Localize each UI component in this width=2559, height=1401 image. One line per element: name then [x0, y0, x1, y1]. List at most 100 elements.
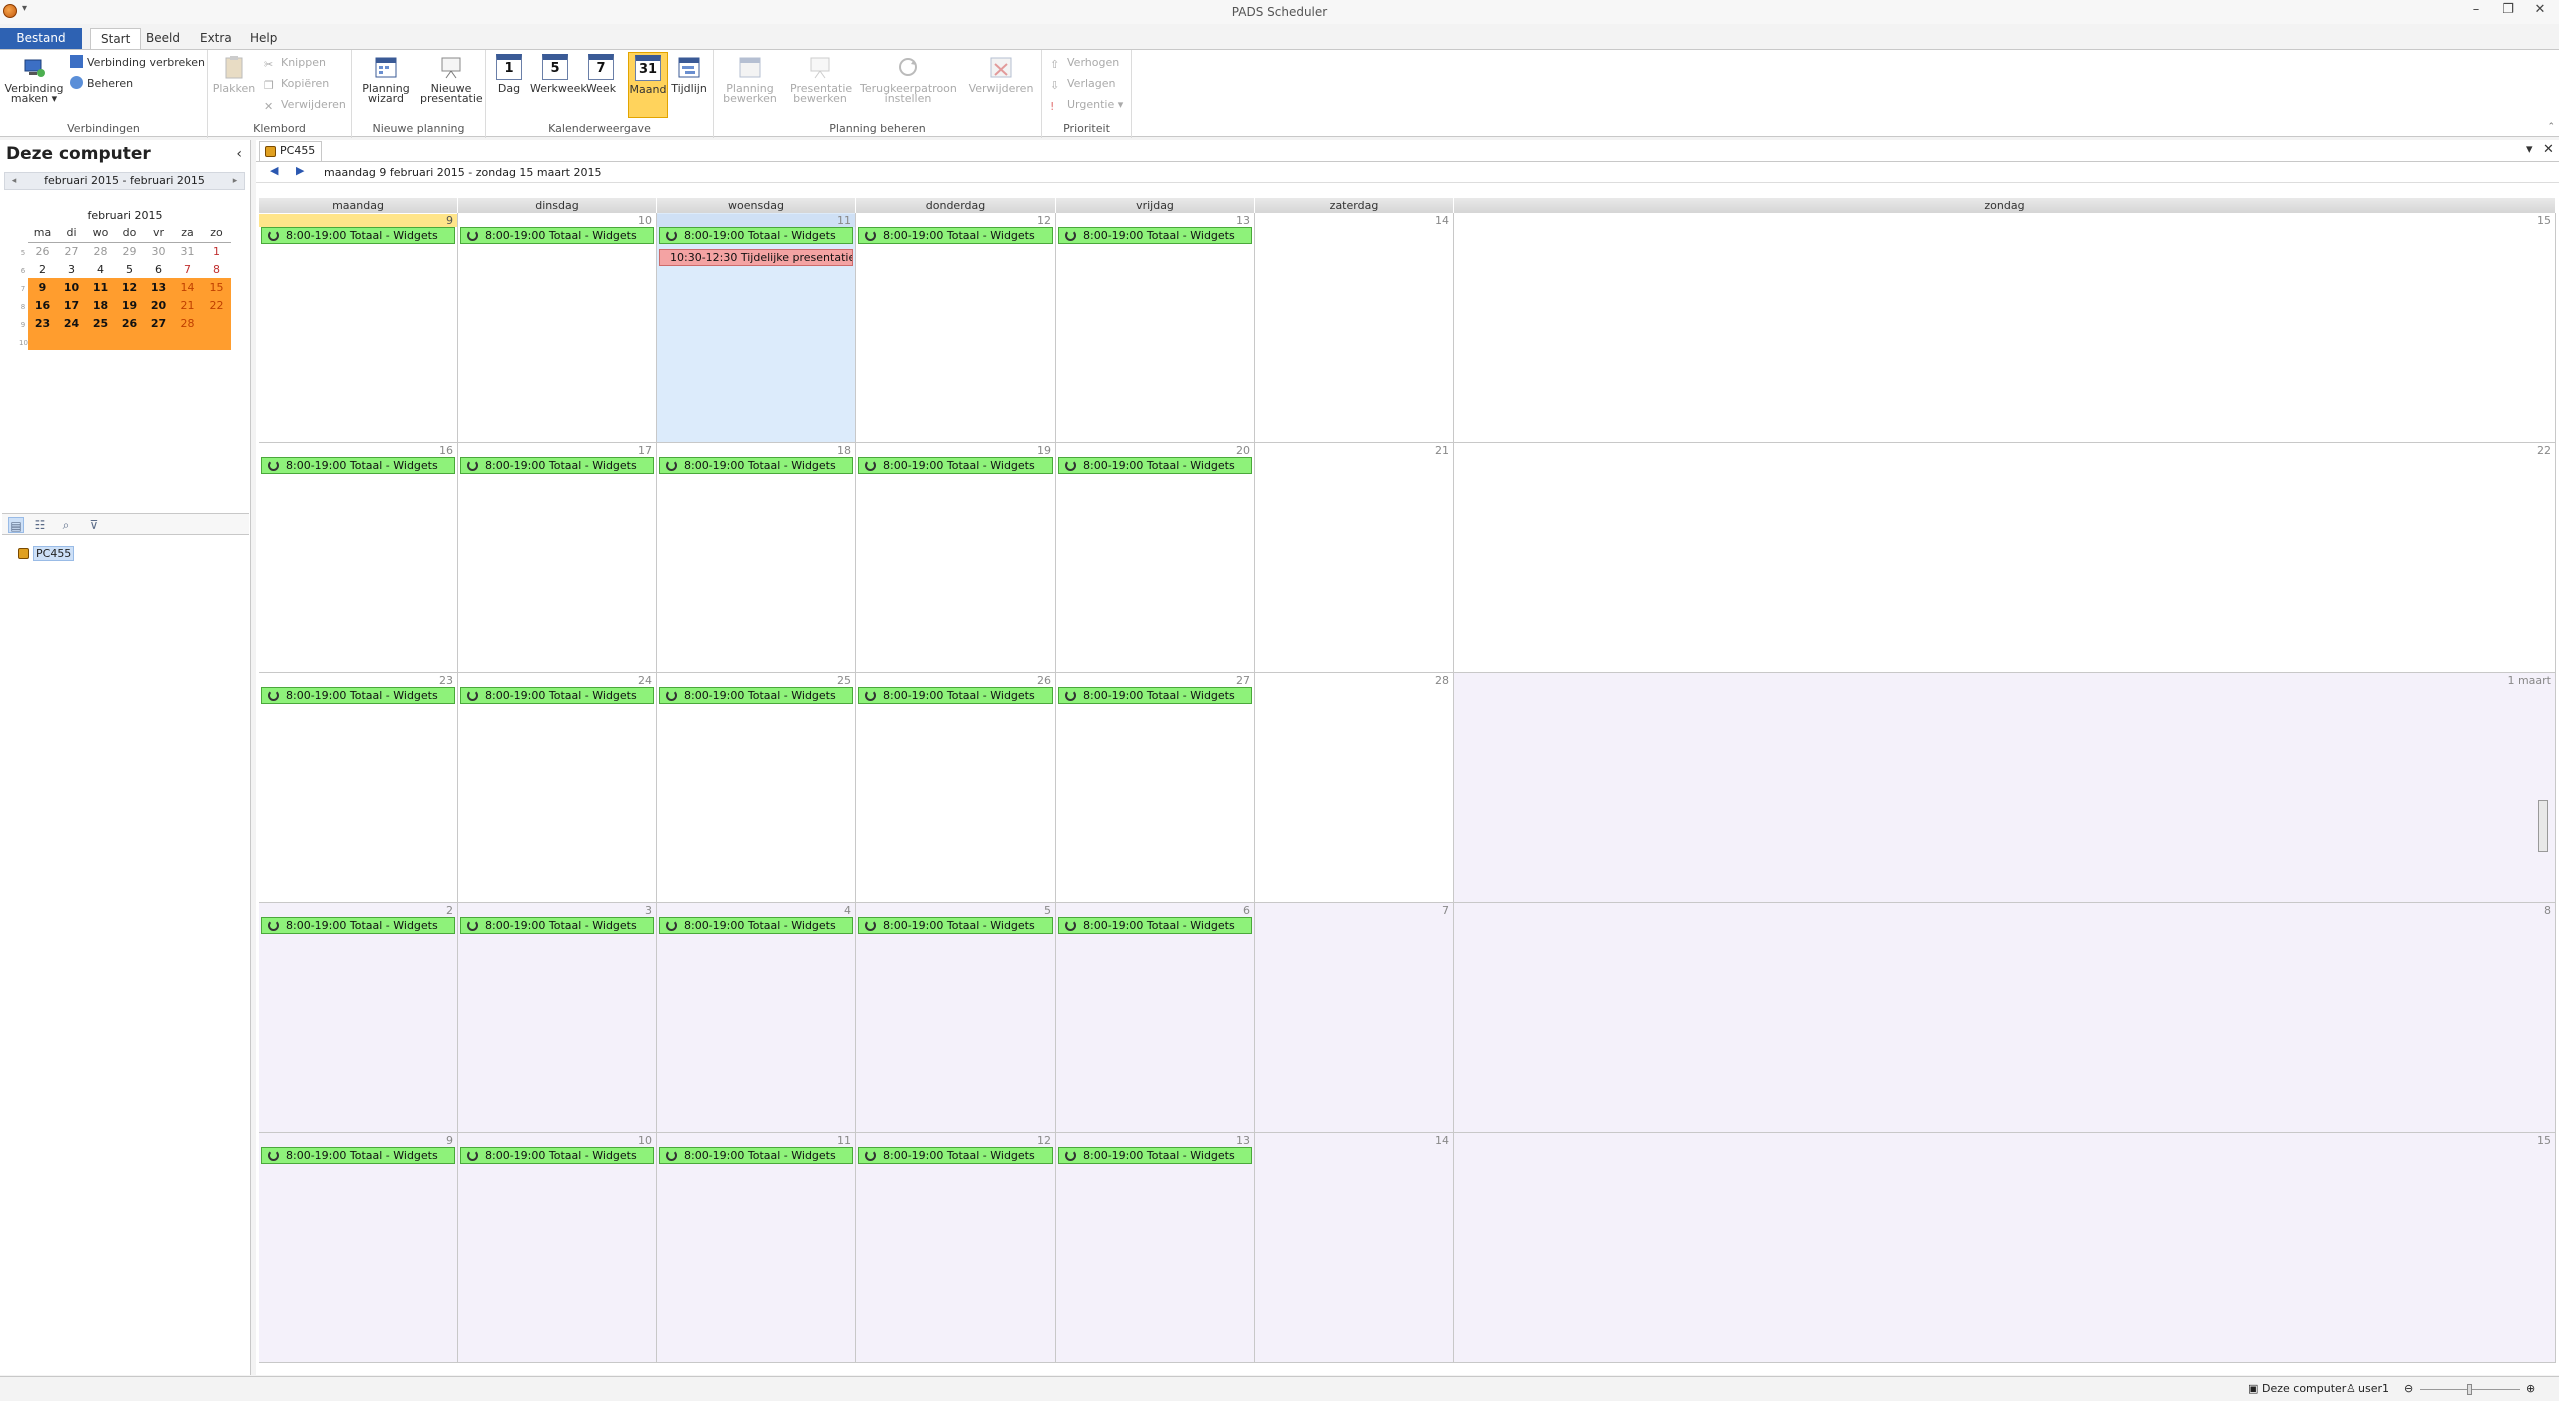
disconnect-button[interactable]: Verbinding verbreken [70, 54, 205, 72]
mini-day[interactable]: 28 [86, 242, 115, 260]
mini-day[interactable]: 26 [115, 314, 144, 332]
mini-day[interactable]: 13 [144, 278, 173, 296]
day-cell[interactable]: 10 8:00-19:00 Totaal - Widgets [458, 213, 657, 443]
day-cell[interactable]: 18 8:00-19:00 Totaal - Widgets [657, 443, 856, 673]
mini-day[interactable]: 1 [202, 242, 231, 260]
range-prev-icon[interactable]: ◂ [7, 173, 21, 189]
raise-priority-button[interactable]: ⇧ Verhogen [1050, 54, 1119, 72]
paste-button[interactable]: Plakken [212, 54, 256, 94]
appointment[interactable]: 8:00-19:00 Totaal - Widgets [1058, 687, 1252, 704]
list-view-icon[interactable]: ☷ [32, 517, 48, 533]
mini-day[interactable]: 16 [28, 296, 57, 314]
mini-day[interactable]: 26 [28, 242, 57, 260]
appointment[interactable]: 8:00-19:00 Totaal - Widgets [460, 687, 654, 704]
day-cell[interactable]: 11 8:00-19:00 Totaal - Widgets [657, 1133, 856, 1363]
day-cell[interactable]: 3 8:00-19:00 Totaal - Widgets [458, 903, 657, 1133]
mini-day[interactable]: 18 [86, 296, 115, 314]
new-presentation-button[interactable]: Nieuwe presentatie [420, 54, 483, 104]
appointment[interactable]: 8:00-19:00 Totaal - Widgets [460, 227, 654, 244]
mini-day[interactable]: 23 [28, 314, 57, 332]
mini-day[interactable]: 10 [57, 278, 86, 296]
range-next-icon[interactable]: ▸ [228, 173, 242, 189]
tab-beeld[interactable]: Beeld [136, 28, 190, 50]
appointment[interactable]: 8:00-19:00 Totaal - Widgets [460, 457, 654, 474]
mini-day[interactable]: 21 [173, 296, 202, 314]
mini-day[interactable]: 31 [173, 242, 202, 260]
mini-day[interactable] [202, 314, 231, 332]
day-cell[interactable]: 11 8:00-19:00 Totaal - Widgets 10:30-12:30… [657, 213, 856, 443]
lower-priority-button[interactable]: ⇩ Verlagen [1050, 75, 1115, 93]
appointment[interactable]: 8:00-19:00 Totaal - Widgets [659, 917, 853, 934]
day-cell[interactable]: 12 8:00-19:00 Totaal - Widgets [856, 213, 1056, 443]
mini-day[interactable]: 5 [115, 260, 144, 278]
day-cell[interactable]: 1 maart [1454, 673, 2556, 903]
ribbon-collapse-icon[interactable]: ⌃ [2547, 122, 2555, 132]
appointment[interactable]: 8:00-19:00 Totaal - Widgets [261, 687, 455, 704]
search-icon[interactable]: ⌕ [58, 517, 74, 533]
set-recurrence-button[interactable]: Terugkeerpatroon instellen [860, 54, 957, 104]
mini-day[interactable]: 11 [86, 278, 115, 296]
view-week-button[interactable]: 7 Week [584, 54, 618, 94]
day-cell[interactable]: 15 [1454, 1133, 2556, 1363]
mini-day[interactable]: 27 [57, 242, 86, 260]
day-cell[interactable]: 19 8:00-19:00 Totaal - Widgets [856, 443, 1056, 673]
day-cell[interactable]: 10 8:00-19:00 Totaal - Widgets [458, 1133, 657, 1363]
day-cell[interactable]: 17 8:00-19:00 Totaal - Widgets [458, 443, 657, 673]
mini-day[interactable]: 17 [57, 296, 86, 314]
day-cell[interactable]: 8 [1454, 903, 2556, 1133]
mini-day[interactable]: 6 [144, 260, 173, 278]
mini-day[interactable]: 20 [144, 296, 173, 314]
close-icon[interactable]: ✕ [2529, 2, 2551, 20]
mini-day[interactable]: 12 [115, 278, 144, 296]
day-cell[interactable]: 2 8:00-19:00 Totaal - Widgets [259, 903, 458, 1133]
mini-day[interactable]: 19 [115, 296, 144, 314]
view-werkweek-button[interactable]: 5 Werkweek [530, 54, 587, 94]
cut-button[interactable]: ✂ Knippen [264, 54, 326, 72]
document-tab[interactable]: PC455 [259, 141, 323, 161]
view-tijdlijn-button[interactable]: Tijdlijn [670, 54, 708, 94]
day-cell[interactable]: 24 8:00-19:00 Totaal - Widgets [458, 673, 657, 903]
mini-day[interactable]: 8 [202, 260, 231, 278]
mini-day[interactable] [28, 332, 57, 350]
appointment[interactable]: 8:00-19:00 Totaal - Widgets [659, 227, 853, 244]
minimize-icon[interactable]: – [2465, 2, 2487, 20]
tab-start[interactable]: Start [90, 28, 142, 50]
mini-day[interactable]: 30 [144, 242, 173, 260]
tree-item-pc455[interactable]: PC455 [33, 546, 75, 561]
edit-presentation-button[interactable]: Presentatie bewerken [790, 54, 852, 104]
zoom-in-icon[interactable]: ⊕ [2526, 1382, 2535, 1395]
mini-day[interactable]: 28 [173, 314, 202, 332]
tree-view-icon[interactable]: ▤ [8, 517, 24, 533]
day-cell[interactable]: 14 [1255, 213, 1454, 443]
tab-bestand[interactable]: Bestand [0, 28, 82, 50]
mini-day[interactable] [86, 332, 115, 350]
filter-icon[interactable]: ⊽ [86, 517, 102, 533]
day-cell[interactable]: 26 8:00-19:00 Totaal - Widgets [856, 673, 1056, 903]
day-cell[interactable]: 9 8:00-19:00 Totaal - Widgets [259, 213, 458, 443]
scrollbar-thumb[interactable] [2538, 800, 2548, 852]
appointment[interactable]: 8:00-19:00 Totaal - Widgets [659, 457, 853, 474]
day-cell[interactable]: 5 8:00-19:00 Totaal - Widgets [856, 903, 1056, 1133]
zoom-slider-thumb[interactable] [2467, 1384, 2472, 1395]
tab-help[interactable]: Help [240, 28, 287, 50]
mini-day[interactable]: 27 [144, 314, 173, 332]
mini-day[interactable]: 29 [115, 242, 144, 260]
appointment[interactable]: 8:00-19:00 Totaal - Widgets [659, 687, 853, 704]
day-cell[interactable]: 27 8:00-19:00 Totaal - Widgets [1056, 673, 1255, 903]
day-cell[interactable]: 22 [1454, 443, 2556, 673]
mini-day[interactable]: 4 [86, 260, 115, 278]
edit-planning-button[interactable]: Planning bewerken [722, 54, 778, 104]
appointment[interactable]: 8:00-19:00 Totaal - Widgets [659, 1147, 853, 1164]
appointment[interactable]: 8:00-19:00 Totaal - Widgets [1058, 227, 1252, 244]
appointment[interactable]: 8:00-19:00 Totaal - Widgets [1058, 457, 1252, 474]
next-period-icon[interactable]: ▶ [296, 164, 304, 177]
zoom-out-icon[interactable]: ⊖ [2404, 1382, 2413, 1395]
mini-day[interactable]: 9 [28, 278, 57, 296]
day-cell[interactable]: 13 8:00-19:00 Totaal - Widgets [1056, 213, 1255, 443]
mini-day[interactable] [115, 332, 144, 350]
restore-icon[interactable]: ❐ [2497, 2, 2519, 20]
collapse-sidebar-icon[interactable]: ‹ [236, 146, 242, 162]
appointment[interactable]: 8:00-19:00 Totaal - Widgets [858, 917, 1053, 934]
mini-day[interactable]: 3 [57, 260, 86, 278]
appointment[interactable]: 8:00-19:00 Totaal - Widgets [1058, 1147, 1252, 1164]
